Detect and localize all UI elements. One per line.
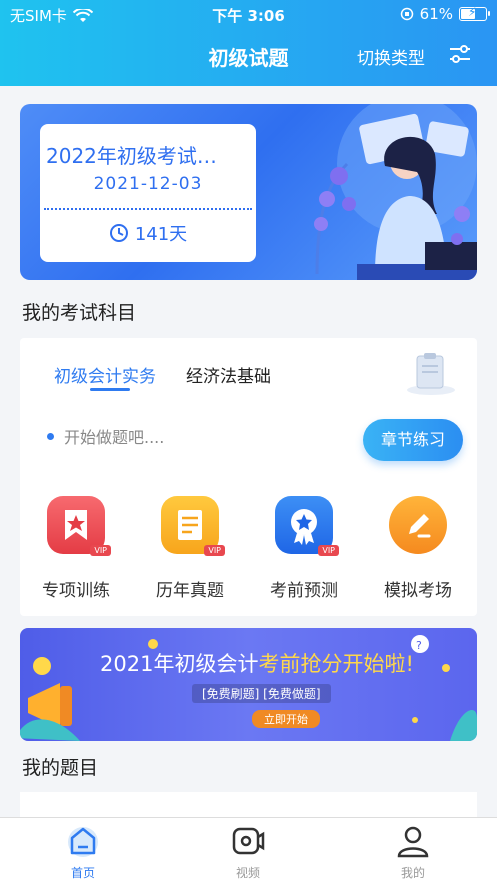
bookmark-star-icon: VIP — [47, 496, 111, 556]
tab-accounting-practice[interactable]: 初级会计实务 — [54, 362, 156, 387]
feature-label: 专项训练 — [42, 581, 110, 601]
tab-profile[interactable]: 我的 — [373, 824, 453, 881]
subjects-section-title: 我的考试科目 — [22, 302, 137, 324]
battery-percent: 61% — [419, 5, 453, 23]
tab-home[interactable]: 首页 — [43, 824, 123, 881]
tab-economic-law[interactable]: 经济法基础 — [186, 362, 271, 387]
tab-label: 我的 — [400, 866, 425, 880]
promo-title: 2021年初级会计考前抢分开始啦! — [100, 652, 414, 676]
subject-card: 初级会计实务 经济法基础 开始做题吧.... 章节练习 VIP 专项训练 VIP… — [20, 338, 477, 616]
clipboard-icon — [407, 353, 455, 395]
status-dot — [47, 433, 54, 440]
feature-mock-exam[interactable]: 模拟考场 — [368, 496, 468, 601]
video-icon — [232, 827, 265, 855]
exam-countdown-banner[interactable]: 2022年初级考试… 2021-12-03 141天 — [20, 104, 477, 280]
battery-icon: ⚡ — [459, 5, 490, 21]
svg-text:?: ? — [416, 639, 422, 652]
status-bar: 无SIM卡 下午 3:06 61% ⚡ — [0, 0, 497, 28]
tab-label: 视频 — [235, 866, 260, 880]
edit-icon — [389, 496, 447, 554]
feature-past-exams[interactable]: VIP 历年真题 — [140, 496, 240, 601]
promo-start-button[interactable]: 立即开始 — [252, 710, 320, 728]
divider — [44, 208, 252, 210]
exam-title: 2022年初级考试… — [46, 144, 217, 168]
feature-special-training[interactable]: VIP 专项训练 — [26, 496, 126, 601]
feature-label: 模拟考场 — [384, 581, 452, 601]
tab-video[interactable]: 视频 — [208, 824, 288, 881]
clock-icon — [109, 224, 128, 242]
promo-subtitle: [免费刷题] [免费做题] — [192, 684, 331, 703]
feature-label: 历年真题 — [156, 581, 224, 601]
promo-banner[interactable]: ? 2021年初级会计考前抢分开始啦! [免费刷题] [免费做题] 立即开始 — [20, 628, 477, 741]
feature-pre-exam-forecast[interactable]: VIP 考前预测 — [254, 496, 354, 601]
filter-icon[interactable] — [449, 44, 471, 64]
tab-underline — [90, 388, 130, 391]
tab-label: 首页 — [70, 866, 95, 880]
orientation-lock-icon — [400, 7, 413, 21]
document-icon: VIP — [161, 496, 225, 556]
vip-badge: VIP — [318, 545, 339, 556]
countdown-card: 2022年初级考试… 2021-12-03 141天 — [40, 124, 256, 262]
exam-date: 2021-12-03 — [93, 174, 203, 194]
woman-illustration — [314, 104, 477, 280]
switch-type-button[interactable]: 切换类型 — [357, 44, 425, 69]
start-prompt: 开始做题吧.... — [64, 428, 165, 447]
profile-icon — [397, 826, 429, 858]
header: 无SIM卡 下午 3:06 61% ⚡ 初级试题 切换类型 — [0, 0, 497, 86]
chapter-practice-button[interactable]: 章节练习 — [363, 419, 463, 461]
feature-label: 考前预测 — [270, 581, 338, 601]
my-questions-title: 我的题目 — [22, 757, 99, 779]
bottom-tab-bar: 首页 视频 我的 — [0, 817, 497, 883]
home-icon — [68, 827, 98, 857]
medal-icon: VIP — [275, 496, 339, 556]
vip-badge: VIP — [90, 545, 111, 556]
vip-badge: VIP — [204, 545, 225, 556]
days-left: 141天 — [134, 224, 188, 245]
